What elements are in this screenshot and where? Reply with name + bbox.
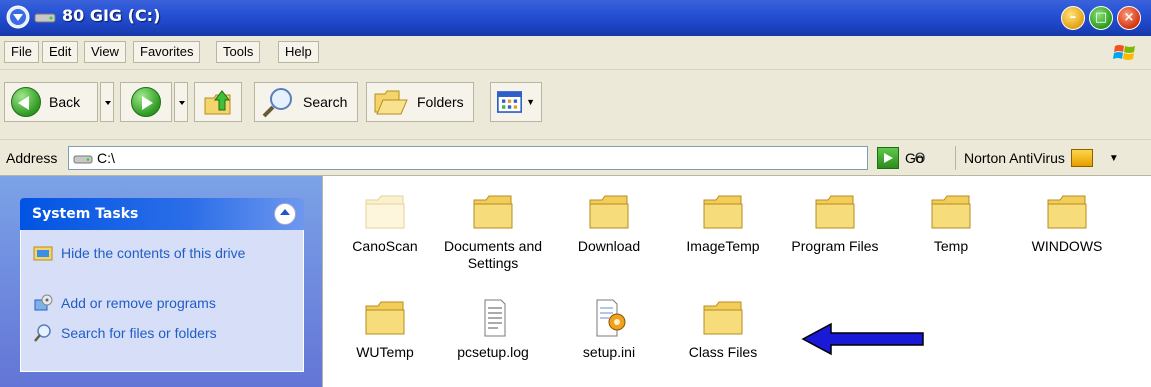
- folder-imagetemp[interactable]: ImageTemp: [673, 192, 773, 255]
- search-label: Search: [303, 94, 348, 110]
- folder-icon: [473, 195, 513, 229]
- forward-history-dropdown[interactable]: [174, 82, 188, 122]
- folder-canoscan[interactable]: CanoScan: [335, 192, 435, 255]
- close-button[interactable]: ×: [1117, 6, 1141, 30]
- folder-icon: [365, 195, 405, 229]
- menu-file[interactable]: File: [4, 41, 39, 63]
- folder-documents-and-settings[interactable]: Documents and Settings: [443, 192, 543, 272]
- search-magnifier-icon: [262, 88, 292, 118]
- back-label: Back: [49, 94, 81, 110]
- up-folder-icon: [204, 90, 231, 115]
- go-arrow-icon: [877, 147, 899, 169]
- annotation-arrow-icon: [801, 322, 924, 356]
- ini-file-icon: [596, 299, 626, 337]
- task-label: Hide the contents of this drive: [61, 245, 246, 261]
- menu-edit[interactable]: Edit: [42, 41, 79, 63]
- menu-tools[interactable]: Tools: [216, 41, 261, 63]
- folder-icon: [931, 195, 971, 229]
- menu-favorites[interactable]: Favorites: [133, 41, 201, 63]
- back-button[interactable]: Back: [4, 82, 98, 122]
- file-name: Class Files: [688, 344, 758, 360]
- task-add-remove-programs[interactable]: Add or remove programs: [33, 294, 293, 312]
- file-name: WINDOWS: [1031, 238, 1103, 254]
- address-input[interactable]: [97, 149, 797, 167]
- folder-class-files[interactable]: Class Files: [673, 298, 773, 361]
- windows-logo-icon: [1113, 45, 1135, 60]
- system-tasks-title: System Tasks: [32, 206, 139, 222]
- search-button[interactable]: Search: [254, 82, 358, 122]
- norton-icon: [1070, 149, 1093, 167]
- file-name: WUTemp: [356, 344, 414, 360]
- system-tasks-panel: System Tasks Hide the contents of this d…: [20, 198, 304, 372]
- hide-contents-icon: [33, 246, 53, 261]
- window-title: 80 GIG (C:): [62, 6, 161, 25]
- task-label: Add or remove programs: [61, 295, 216, 311]
- folder-program-files[interactable]: Program Files: [785, 192, 885, 255]
- window-menu-icon[interactable]: [6, 5, 30, 29]
- menu-bar: File Edit View Favorites Tools Help: [0, 36, 1151, 70]
- folder-icon: [703, 301, 743, 335]
- folder-temp[interactable]: Temp: [901, 192, 1001, 255]
- views-dropdown-icon: ▼: [526, 97, 535, 107]
- up-folder-button[interactable]: [194, 82, 242, 122]
- file-name: pcsetup.log: [457, 344, 529, 360]
- task-hide-contents[interactable]: Hide the contents of this drive: [33, 244, 293, 262]
- file-setup-ini[interactable]: setup.ini: [559, 298, 659, 361]
- close-icon: ×: [1123, 10, 1135, 25]
- address-box[interactable]: ϴ: [68, 146, 926, 170]
- title-bar[interactable]: 80 GIG (C:) – □ ×: [0, 0, 1151, 36]
- minimize-button[interactable]: –: [1061, 6, 1085, 30]
- add-remove-programs-icon: [34, 294, 53, 311]
- menu-help[interactable]: Help: [278, 41, 319, 63]
- task-search-files[interactable]: Search for files or folders: [33, 324, 293, 342]
- folder-download[interactable]: Download: [559, 192, 659, 255]
- system-tasks-list: Hide the contents of this drive Add or r…: [20, 230, 304, 372]
- address-bar: Address ϴ Go Norton AntiVirus ▼: [0, 140, 1151, 176]
- norton-dropdown-icon[interactable]: ▼: [1109, 153, 1119, 164]
- back-history-dropdown[interactable]: [100, 82, 114, 122]
- folders-button[interactable]: Folders: [366, 82, 474, 122]
- file-view: CanoScan Documents and Settings Download…: [322, 176, 1151, 387]
- task-pane: System Tasks Hide the contents of this d…: [0, 176, 322, 387]
- folder-icon: [815, 195, 855, 229]
- drive-icon: [73, 155, 93, 164]
- go-label: Go: [905, 150, 924, 166]
- folders-icon: [374, 90, 408, 115]
- file-name: Download: [577, 238, 641, 254]
- system-tasks-header[interactable]: System Tasks: [20, 198, 304, 230]
- menu-view[interactable]: View: [84, 41, 126, 63]
- file-name: Program Files: [791, 238, 879, 254]
- task-label: Search for files or folders: [61, 325, 217, 341]
- norton-antivirus-button[interactable]: Norton AntiVirus ▼: [955, 146, 1119, 170]
- toolbar: Back Search Folders ▼: [0, 70, 1151, 140]
- folder-icon: [703, 195, 743, 229]
- file-pcsetup-log[interactable]: pcsetup.log: [443, 298, 543, 361]
- drive-icon: [34, 13, 56, 23]
- file-name: setup.ini: [582, 344, 636, 360]
- search-icon: [34, 324, 51, 342]
- collapse-icon[interactable]: [274, 203, 296, 225]
- maximize-icon: □: [1094, 10, 1108, 25]
- file-name: ImageTemp: [686, 238, 760, 254]
- file-name: CanoScan: [352, 238, 418, 254]
- folder-icon: [589, 195, 629, 229]
- folder-icon: [1047, 195, 1087, 229]
- folder-windows[interactable]: WINDOWS: [1017, 192, 1117, 255]
- forward-arrow-icon: [131, 87, 161, 117]
- minimize-icon: –: [1069, 10, 1077, 25]
- folder-wutemp[interactable]: WUTemp: [335, 298, 435, 361]
- views-icon: [497, 91, 523, 113]
- go-button[interactable]: Go: [877, 146, 924, 170]
- file-name: Documents and Settings: [443, 238, 543, 271]
- maximize-button[interactable]: □: [1089, 6, 1113, 30]
- forward-button[interactable]: [120, 82, 172, 122]
- norton-label: Norton AntiVirus: [964, 150, 1065, 166]
- text-file-icon: [484, 299, 506, 337]
- file-name: Temp: [933, 238, 969, 254]
- folder-icon: [365, 301, 405, 335]
- address-label: Address: [6, 150, 58, 166]
- folders-label: Folders: [417, 94, 464, 110]
- views-button[interactable]: ▼: [490, 82, 542, 122]
- back-arrow-icon: [11, 87, 41, 117]
